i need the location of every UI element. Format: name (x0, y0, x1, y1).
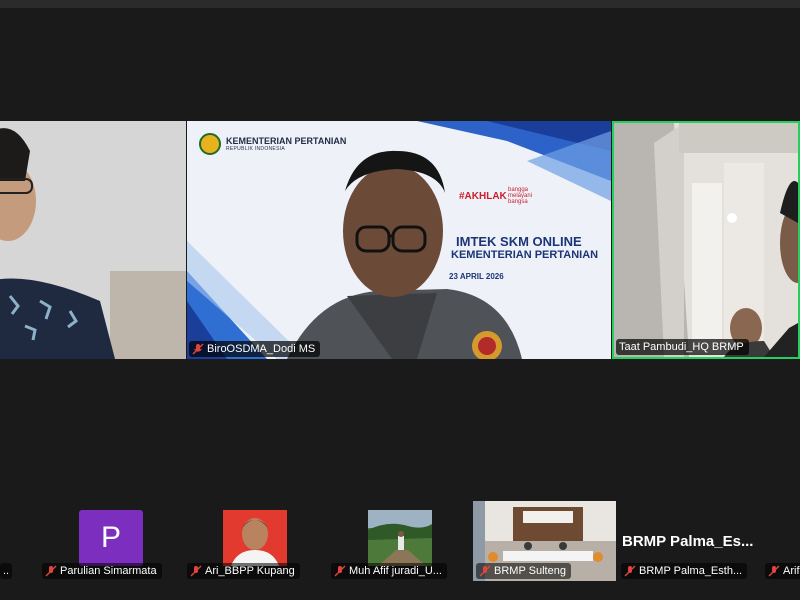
mic-muted-icon (479, 565, 491, 577)
participant-name: Arif (783, 565, 800, 577)
participant-name: Ari_BBPP Kupang (205, 565, 295, 577)
participant-name-tag-partial: .. (0, 563, 13, 579)
participant-photo (368, 510, 432, 566)
window-top-bar (0, 0, 800, 8)
slide-title-line2: KEMENTERIAN PERTANIAN (451, 249, 599, 261)
participant-name: Muh Afif juradi_U... (349, 565, 442, 577)
participant-name-tag: Taat Pambudi_HQ BRMP (616, 339, 749, 355)
slide-org-sub: REPUBLIK INDONESIA (226, 146, 286, 152)
participant-name-tag: Ari_BBPP Kupang (187, 563, 300, 579)
slide-date: 23 APRIL 2026 (449, 272, 504, 281)
participant-video-afif[interactable] (368, 510, 432, 566)
participant-name-tag: BiroOSDMA_Dodi MS (189, 341, 321, 357)
participant-name: BRMP Sulteng (494, 565, 566, 577)
participant-name-tag: Arif (765, 563, 800, 579)
participant-name-tag: Muh Afif juradi_U... (331, 563, 447, 579)
mic-muted-icon (192, 343, 204, 355)
participant-avatar-parulian[interactable]: P (79, 510, 143, 566)
mic-muted-icon (45, 565, 57, 577)
ministry-logo: KEMENTERIAN PERTANIAN REPUBLIK INDONESIA (199, 133, 346, 155)
mic-muted-icon (190, 565, 202, 577)
participant-name: Parulian Simarmata (60, 565, 157, 577)
video-tile-presenter[interactable]: KEMENTERIAN PERTANIAN REPUBLIK INDONESIA… (187, 121, 611, 359)
participant-video (0, 121, 186, 359)
video-tile-left[interactable] (0, 121, 186, 359)
participant-name-tag: BRMP Palma_Esth... (621, 563, 748, 579)
participant-name-tag: BRMP Sulteng (476, 563, 571, 579)
participant-video-ari[interactable] (223, 510, 287, 566)
slide-title-line1: IMTEK SKM ONLINE (456, 234, 582, 249)
mic-muted-icon (624, 565, 636, 577)
akhlak-logo: #AKHLAK (459, 191, 507, 202)
slide-org-name: KEMENTERIAN PERTANIAN (226, 136, 347, 146)
avatar-letter: P (100, 521, 121, 554)
participant-display-name-brmp-palma[interactable]: BRMP Palma_Es... (622, 533, 753, 550)
video-tile-active-speaker[interactable]: Taat Pambudi_HQ BRMP (612, 121, 800, 359)
participant-photo (223, 510, 287, 566)
participant-name-tag: Parulian Simarmata (42, 563, 162, 579)
participant-name: Taat Pambudi_HQ BRMP (619, 341, 744, 353)
participant-name: BiroOSDMA_Dodi MS (207, 343, 316, 355)
participant-video (614, 123, 798, 357)
ministry-seal-icon (199, 133, 221, 155)
participant-name: BRMP Palma_Esth... (639, 565, 743, 577)
bangga-logo: bangga melayani bangsa (508, 187, 533, 205)
mic-muted-icon (768, 565, 780, 577)
mic-muted-icon (334, 565, 346, 577)
